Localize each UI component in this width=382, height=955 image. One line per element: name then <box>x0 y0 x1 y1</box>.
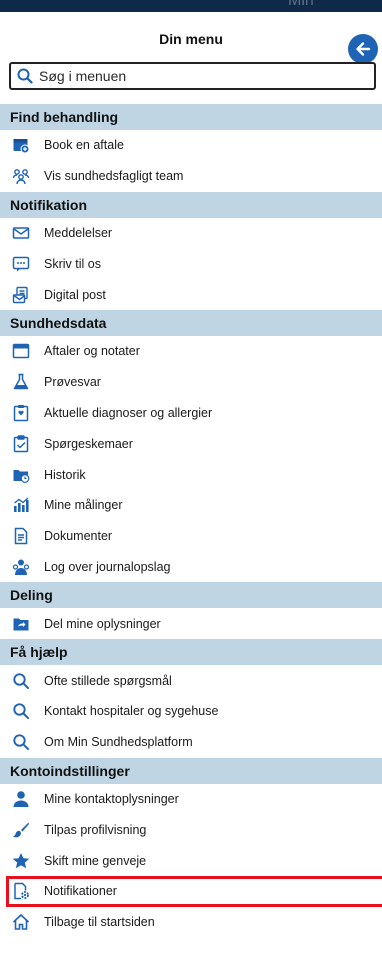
menu-item[interactable]: Log over journalopslag <box>0 552 382 583</box>
menu-item-label: Book en aftale <box>44 138 124 153</box>
menu-item-label: Skriv til os <box>44 256 101 271</box>
envelope-icon <box>12 224 30 242</box>
clipboard-icon <box>12 404 30 422</box>
section-header: Sundhedsdata <box>0 309 382 336</box>
menu-item[interactable]: Spørgeskemaer <box>0 428 382 459</box>
menu-item[interactable]: Meddelelser <box>0 218 382 249</box>
section-header: Få hjælp <box>0 639 382 666</box>
search-icon <box>12 733 30 751</box>
menu-item[interactable]: Book en aftale <box>0 130 382 161</box>
menu-item-label: Ofte stillede spørgsmål <box>44 673 172 688</box>
menu-item[interactable]: Kontakt hospitaler og sygehuse <box>0 696 382 727</box>
folder-share-icon <box>12 615 30 633</box>
menu-item-label: Mine målinger <box>44 498 123 513</box>
menu-item[interactable]: Tilpas profilvisning <box>0 814 382 845</box>
search-icon <box>17 68 33 84</box>
menu-item-label: Aktuelle diagnoser og allergier <box>44 405 213 420</box>
menu-item-label: Vis sundhedsfagligt team <box>44 169 184 184</box>
menu-item[interactable]: Om Min Sundhedsplatform <box>0 727 382 758</box>
menu-item-label: Meddelelser <box>44 225 113 240</box>
menu-item[interactable]: Historik <box>0 459 382 490</box>
menu-item[interactable]: Mine målinger <box>0 490 382 521</box>
arrow-left-icon <box>356 42 371 56</box>
top-app-bar: Min <box>0 0 382 12</box>
search-icon <box>12 672 30 690</box>
menu-item-label: Mine kontaktoplysninger <box>44 791 179 806</box>
menu-item-label: Tilbage til startsiden <box>44 915 155 930</box>
menu-item[interactable]: Aftaler og notater <box>0 336 382 367</box>
menu-item-label: Notifikationer <box>44 884 117 899</box>
menu-item[interactable]: Digital post <box>0 279 382 310</box>
home-icon <box>12 913 30 931</box>
menu-item[interactable]: Dokumenter <box>0 521 382 552</box>
search-input[interactable] <box>39 68 359 84</box>
menu-item[interactable]: Del mine oplysninger <box>0 608 382 639</box>
menu-item-label: Del mine oplysninger <box>44 616 161 631</box>
team-icon <box>12 167 30 185</box>
menu-item[interactable]: Aktuelle diagnoser og allergier <box>0 398 382 429</box>
menu-item[interactable]: Skift mine genveje <box>0 845 382 876</box>
calendar-icon <box>12 342 30 360</box>
top-bar-ghost-text: Min <box>288 0 314 9</box>
back-button[interactable] <box>348 34 378 64</box>
menu-item-label: Spørgeskemaer <box>44 436 133 451</box>
menu-item-label: Aftaler og notater <box>44 344 140 359</box>
section-header: Kontoindstillinger <box>0 757 382 784</box>
digital-post-icon <box>12 286 30 304</box>
menu-item-label: Skift mine genveje <box>44 853 147 868</box>
menu-item[interactable]: Vis sundhedsfagligt team <box>0 161 382 192</box>
notification-settings-icon <box>12 882 30 900</box>
menu-item[interactable]: Ofte stillede spørgsmål <box>0 665 382 696</box>
log-person-icon <box>12 558 30 576</box>
chat-icon <box>12 255 30 273</box>
search-icon <box>12 702 30 720</box>
menu-item-label: Prøvesvar <box>44 375 101 390</box>
star-icon <box>12 852 30 870</box>
document-icon <box>12 527 30 545</box>
menu-item[interactable]: Prøvesvar <box>0 367 382 398</box>
section-header: Find behandling <box>0 104 382 130</box>
menu-item-label: Log over journalopslag <box>44 559 171 574</box>
menu-item[interactable]: Skriv til os <box>0 248 382 279</box>
menu-item[interactable]: Mine kontaktoplysninger <box>0 784 382 815</box>
chart-icon <box>12 496 30 514</box>
menu-item-label: Kontakt hospitaler og sygehuse <box>44 704 219 719</box>
menu-item[interactable]: Tilbage til startsiden <box>0 907 382 938</box>
section-header: Notifikation <box>0 191 382 218</box>
flask-icon <box>12 373 30 391</box>
menu-item-label: Tilpas profilvisning <box>44 822 147 837</box>
menu-title: Din menu <box>159 31 223 47</box>
calendar-plus-icon <box>12 136 30 154</box>
menu-list: Find behandling Book en aftale Vis sundhed… <box>0 104 382 938</box>
menu-item-label: Dokumenter <box>44 529 113 544</box>
menu-item[interactable]: Notifikationer <box>0 875 382 907</box>
menu-item-label: Om Min Sundhedsplatform <box>44 735 193 750</box>
menu-item-label: Digital post <box>44 287 106 302</box>
menu-item-label: Historik <box>44 467 86 482</box>
search-box[interactable] <box>9 62 376 90</box>
brush-icon <box>12 821 30 839</box>
questionnaire-icon <box>12 435 30 453</box>
menu-header: Din menu <box>0 12 382 64</box>
person-icon <box>12 790 30 808</box>
section-header: Deling <box>0 582 382 609</box>
folder-clock-icon <box>12 466 30 484</box>
